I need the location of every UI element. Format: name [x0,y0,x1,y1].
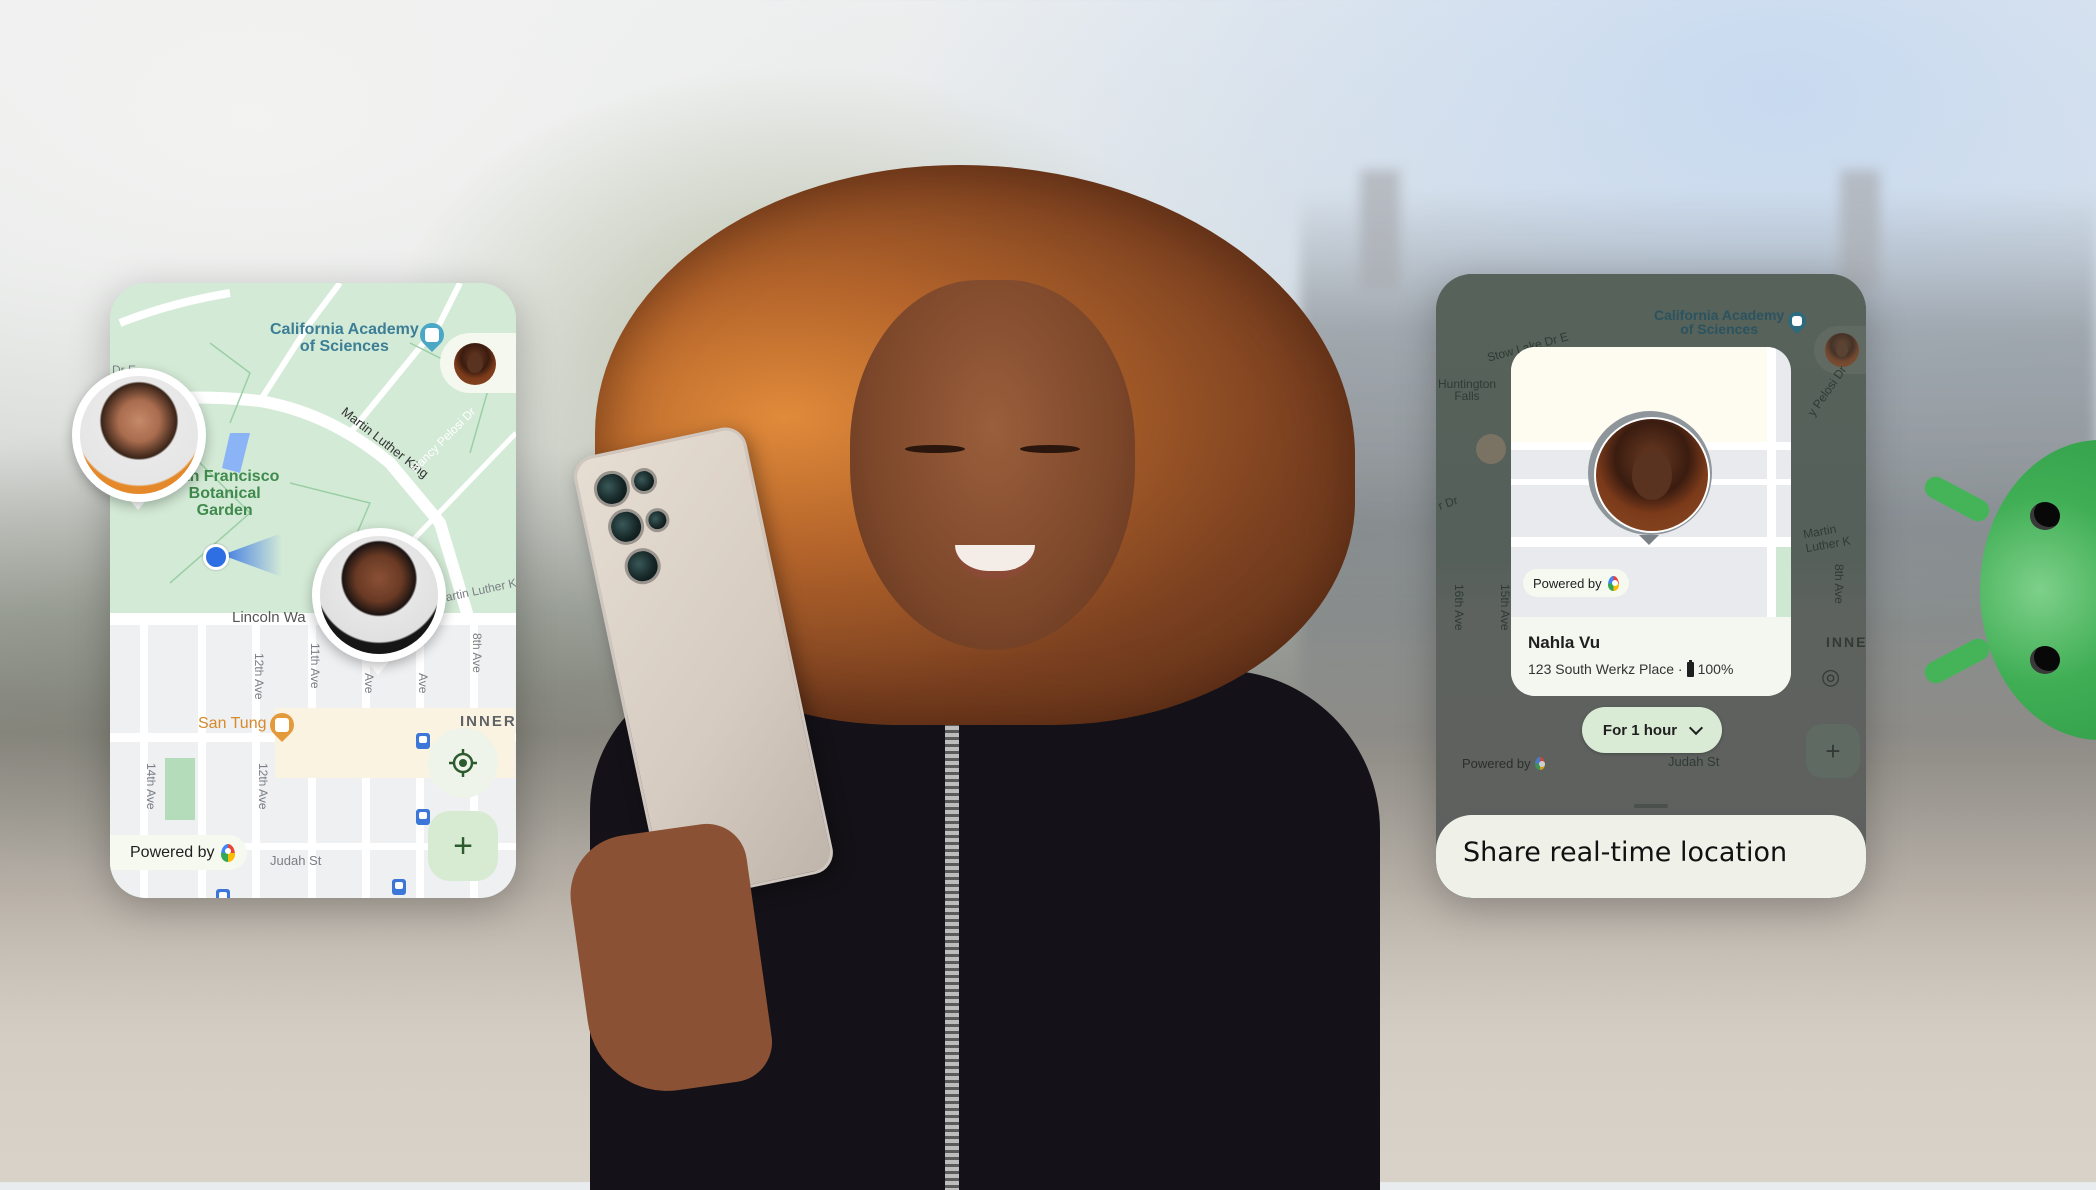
share-location-card[interactable]: California Academy of Sciences Stow Lake… [1436,274,1866,898]
district-label: INNER [1826,634,1866,650]
road [1767,347,1776,617]
street-label: Ave [416,673,430,694]
avatar [80,376,198,494]
camera-lens [604,505,648,549]
current-location-dot[interactable] [203,544,229,570]
powered-by-google-maps: Powered by [1462,756,1545,771]
duration-dropdown[interactable]: For 1 hour [1582,707,1722,753]
my-location-button[interactable] [428,728,498,798]
add-button: + [1806,724,1860,778]
face [850,280,1135,650]
camera-lens [628,465,660,497]
transit-stop-icon[interactable] [392,879,406,895]
street-label: 15th Ave [1498,584,1512,631]
share-bottom-sheet[interactable]: Share real-time location [1436,815,1866,898]
eye [2030,502,2060,530]
street-label: Huntington Falls [1438,377,1497,403]
camera-lens [621,544,665,588]
google-maps-icon [220,843,235,862]
google-maps-icon [1534,757,1545,770]
avatar [320,536,438,654]
android-head [1980,440,2096,740]
self-avatar-chip[interactable] [440,333,516,393]
street-label: 14th Ave [144,763,158,810]
street-label: Lincoln Wa [232,609,306,626]
sheet-drag-handle[interactable] [1634,804,1668,808]
street-label: Judah St [1668,754,1720,769]
battery-icon [1686,659,1694,677]
plus-icon: + [453,826,473,865]
street-label: Ave [362,673,376,694]
location-info: Nahla Vu 123 South Werkz Place · 100% [1511,617,1791,696]
android-mascot [1920,440,2096,740]
battery-level: 100% [1697,661,1734,677]
person-pin-dimmed [1476,434,1506,464]
poi-california-academy: California Academy of Sciences [1654,307,1785,337]
zipper [945,670,959,1190]
park-strip [1776,547,1791,617]
street-label: 11th Ave [308,643,322,689]
add-button[interactable]: + [428,811,498,881]
chimney [1840,170,1880,290]
small-park [165,758,195,820]
my-location-icon [428,728,498,798]
avatar [1594,417,1710,533]
my-location-icon: ◎ [1821,664,1841,689]
camera-lens [590,467,634,511]
contact-address: 123 South Werkz Place · 100% [1528,659,1734,677]
eye [2030,646,2060,674]
street-label: 8th Ave [1832,564,1846,604]
street-label: 12th Ave [256,763,270,810]
eye [905,445,965,453]
pin-tip [1639,535,1659,545]
poi-california-academy[interactable]: California Academy of Sciences [270,321,419,355]
street-label: 16th Ave [1452,584,1466,631]
powered-by-google-maps: Powered by [1523,569,1629,597]
camera-lens [643,505,672,535]
street-label: 12th Ave [252,653,266,700]
location-detail-card[interactable]: Powered by Nahla Vu 123 South Werkz Plac… [1511,347,1791,696]
avatar [454,343,496,385]
smile [955,545,1035,579]
contact-name: Nahla Vu [1528,633,1601,652]
share-title: Share real-time location [1463,837,1788,868]
powered-by-google-maps: Powered by [110,835,247,870]
transit-stop-icon[interactable] [216,889,230,898]
google-maps-icon [1607,575,1619,591]
avatar [1825,333,1859,367]
poi-san-tung[interactable]: San Tung [198,715,267,732]
chevron-down-icon [1689,720,1704,735]
detail-map: Powered by [1511,347,1791,617]
eye [1020,445,1080,453]
street-label: Judah St [270,853,322,868]
street-label: 8th Ave [470,633,484,673]
woman-photo [560,150,1380,1190]
